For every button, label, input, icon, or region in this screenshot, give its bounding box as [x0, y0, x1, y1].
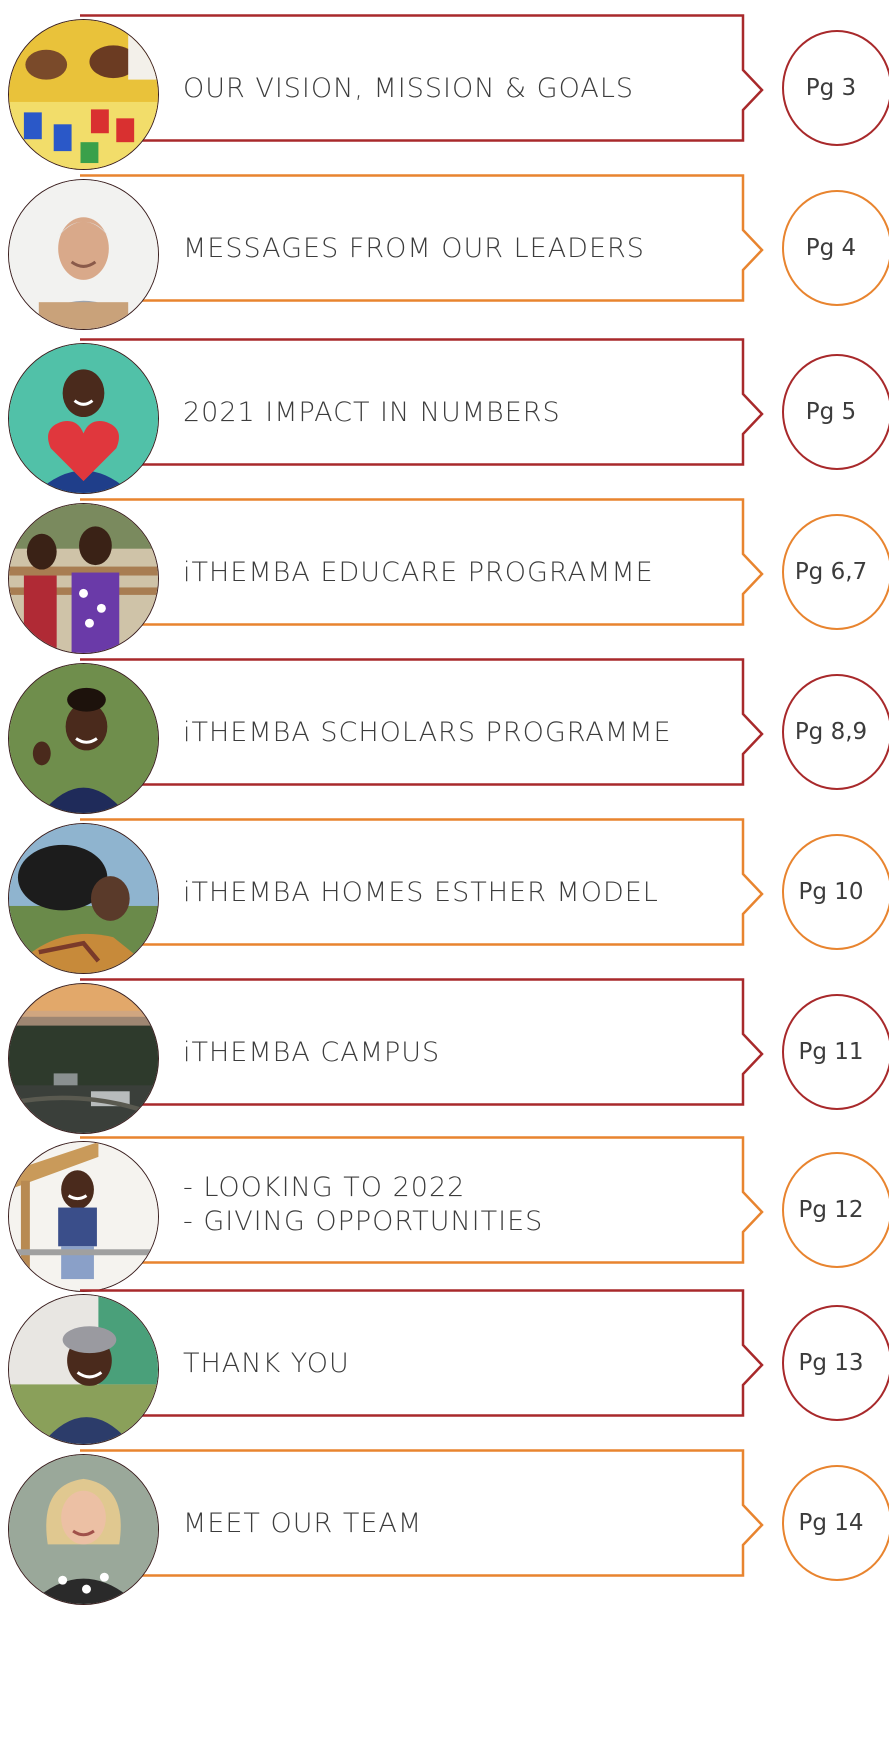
entry-title-line: iTHEMBA HOMES ESTHER MODEL [183, 877, 659, 908]
toc-entry-ithemba-scholars-programme[interactable]: iTHEMBA SCHOLARS PROGRAMME Pg 8,9 [0, 658, 889, 814]
entry-title: MEET OUR TEAM [183, 1449, 723, 1599]
boy-in-cap-photo [8, 1294, 159, 1445]
entry-title-line: - GIVING OPPORTUNITIES [183, 1206, 544, 1237]
page-number-badge[interactable]: Pg 4 [782, 190, 889, 306]
entry-title: THANK YOU [183, 1289, 723, 1439]
entry-title: - LOOKING TO 2022- GIVING OPPORTUNITIES [183, 1130, 723, 1280]
toc-entry-thank-you[interactable]: THANK YOU Pg 13 [0, 1289, 889, 1445]
toc-entry-2021-impact-in-numbers[interactable]: 2021 IMPACT IN NUMBERS Pg 5 [0, 338, 889, 494]
entry-title-line: iTHEMBA SCHOLARS PROGRAMME [183, 717, 672, 748]
children-on-playground-photo [8, 503, 159, 654]
entry-title-line: - LOOKING TO 2022 [183, 1172, 466, 1203]
children-building-blocks-photo [8, 19, 159, 170]
page-number-badge[interactable]: Pg 11 [782, 994, 889, 1110]
entry-title-line: 2021 IMPACT IN NUMBERS [183, 397, 561, 428]
entry-title: iTHEMBA SCHOLARS PROGRAMME [183, 658, 723, 808]
girl-waving-photo [8, 663, 159, 814]
entry-title: iTHEMBA EDUCARE PROGRAMME [183, 498, 723, 648]
entry-title-line: iTHEMBA EDUCARE PROGRAMME [183, 557, 654, 588]
boy-on-climbing-frame-photo [8, 1141, 159, 1292]
page-number-badge[interactable]: Pg 8,9 [782, 674, 889, 790]
entry-title: MESSAGES FROM OUR LEADERS [183, 174, 723, 324]
page-number-badge[interactable]: Pg 3 [782, 30, 889, 146]
smiling-woman-photo [8, 1454, 159, 1605]
mother-and-child-photo [8, 823, 159, 974]
page-number-badge[interactable]: Pg 13 [782, 1305, 889, 1421]
page-number-badge[interactable]: Pg 10 [782, 834, 889, 950]
toc-entry-looking-to-2022-giving-opportunities[interactable]: - LOOKING TO 2022- GIVING OPPORTUNITIES P… [0, 1136, 889, 1292]
table-of-contents: OUR VISION, MISSION & GOALS Pg 3 MESSAGES … [0, 0, 889, 1751]
entry-title-line: MESSAGES FROM OUR LEADERS [183, 233, 645, 264]
toc-entry-our-vision-mission-goals[interactable]: OUR VISION, MISSION & GOALS Pg 3 [0, 14, 889, 170]
page-number-badge[interactable]: Pg 14 [782, 1465, 889, 1581]
entry-title: 2021 IMPACT IN NUMBERS [183, 338, 723, 488]
entry-title: iTHEMBA HOMES ESTHER MODEL [183, 818, 723, 968]
smiling-elderly-man-photo [8, 179, 159, 330]
entry-title-line: iTHEMBA CAMPUS [183, 1037, 441, 1068]
toc-entry-ithemba-homes-esther-model[interactable]: iTHEMBA HOMES ESTHER MODEL Pg 10 [0, 818, 889, 974]
aerial-campus-photo [8, 983, 159, 1134]
boy-holding-heart-photo [8, 343, 159, 494]
toc-entry-meet-our-team[interactable]: MEET OUR TEAM Pg 14 [0, 1449, 889, 1605]
entry-title-line: THANK YOU [183, 1348, 350, 1379]
page-number-badge[interactable]: Pg 6,7 [782, 514, 889, 630]
page-number-badge[interactable]: Pg 12 [782, 1152, 889, 1268]
toc-entry-ithemba-educare-programme[interactable]: iTHEMBA EDUCARE PROGRAMME Pg 6,7 [0, 498, 889, 654]
entry-title: iTHEMBA CAMPUS [183, 978, 723, 1128]
toc-entry-ithemba-campus[interactable]: iTHEMBA CAMPUS Pg 11 [0, 978, 889, 1134]
entry-title-line: MEET OUR TEAM [183, 1508, 423, 1539]
page-number-badge[interactable]: Pg 5 [782, 354, 889, 470]
entry-title-line: OUR VISION, MISSION & GOALS [183, 73, 635, 104]
toc-entry-messages-from-our-leaders[interactable]: MESSAGES FROM OUR LEADERS Pg 4 [0, 174, 889, 330]
entry-title: OUR VISION, MISSION & GOALS [183, 14, 723, 164]
